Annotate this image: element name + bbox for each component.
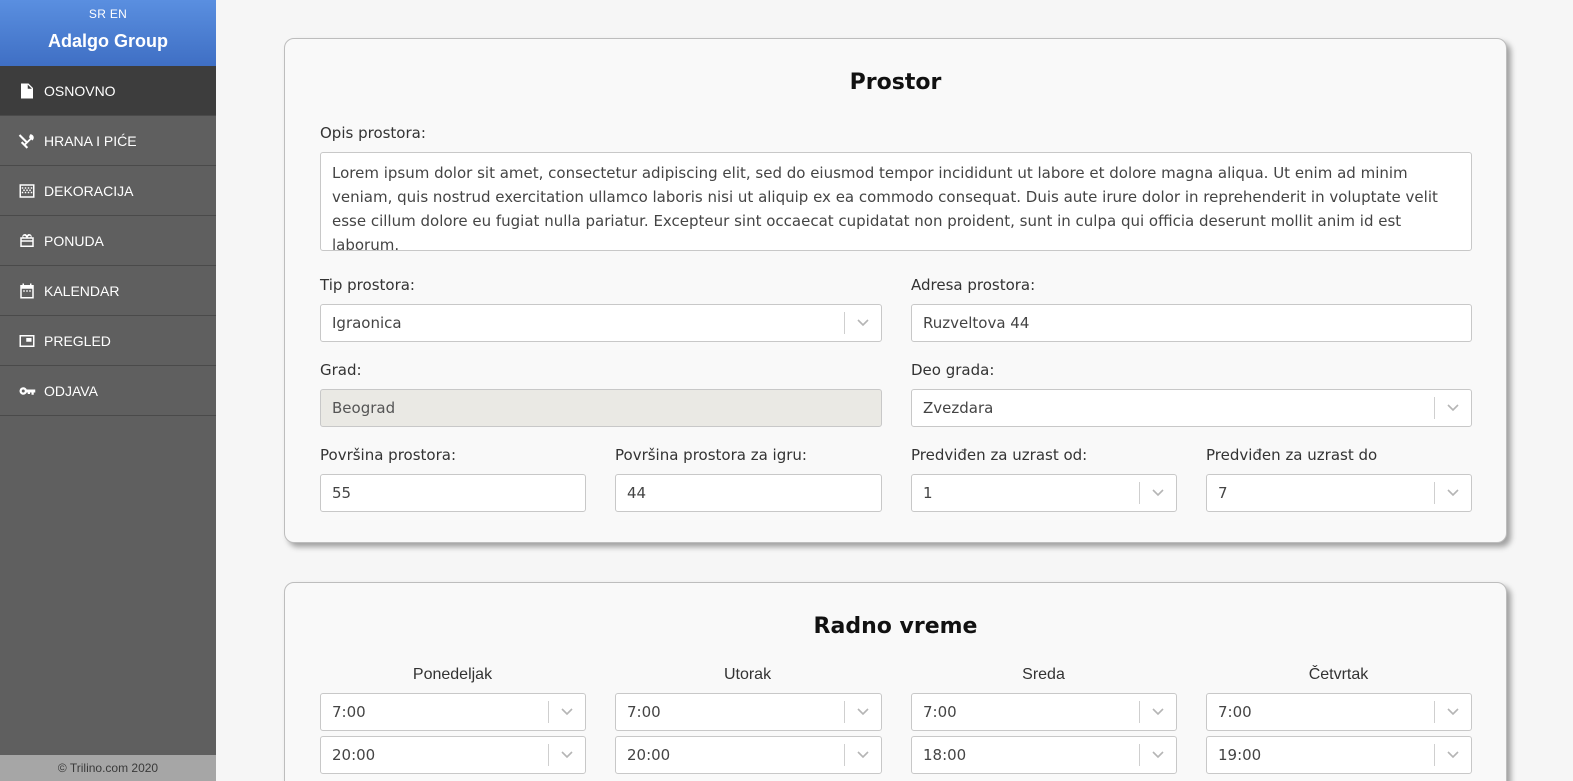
- key-icon: [17, 381, 37, 401]
- sidebar-item-label: HRANA I PIĆE: [44, 132, 137, 149]
- close-time-value: 18:00: [923, 746, 967, 764]
- tip-label: Tip prostora:: [320, 276, 415, 294]
- povrsina-igra-value: 44: [627, 484, 647, 502]
- open-time-value: 7:00: [923, 703, 957, 721]
- uzrast-do-label: Predviđen za uzrast do: [1206, 446, 1378, 464]
- open-time-value: 7:00: [332, 703, 366, 721]
- decoration-icon: [17, 181, 37, 201]
- chevron-down-icon[interactable]: [1435, 404, 1471, 412]
- sidebar-item-osnovno[interactable]: OSNOVNO: [0, 66, 216, 116]
- sidebar-item-label: PONUDA: [44, 232, 104, 249]
- grad-label: Grad:: [320, 361, 362, 379]
- sidebar-item-label: ODJAVA: [44, 382, 98, 399]
- povrsina-input[interactable]: 55: [320, 474, 586, 512]
- povrsina-value: 55: [332, 484, 352, 502]
- prostor-card: Prostor Opis prostora: Lorem ipsum dolor…: [284, 38, 1507, 543]
- deo-grada-select[interactable]: Zvezdara: [911, 389, 1472, 427]
- povrsina-igra-label: Površina prostora za igru:: [615, 446, 807, 464]
- close-time-value: 20:00: [332, 746, 376, 764]
- grad-input: Beograd: [320, 389, 882, 427]
- utensils-icon: [17, 131, 37, 151]
- sidebar-item-label: PREGLED: [44, 332, 111, 349]
- cetvrtak-open-select[interactable]: 7:00: [1206, 693, 1472, 731]
- povrsina-label: Površina prostora:: [320, 446, 457, 464]
- brand-name: Adalgo Group: [48, 31, 168, 51]
- chevron-down-icon[interactable]: [1435, 751, 1471, 759]
- open-time-value: 7:00: [627, 703, 661, 721]
- chevron-down-icon[interactable]: [845, 751, 881, 759]
- adresa-input[interactable]: Ruzveltova 44: [911, 304, 1472, 342]
- language-switcher: SR EN: [0, 0, 216, 21]
- uzrast-do-select[interactable]: 7: [1206, 474, 1472, 512]
- brand-header: SR EN Adalgo Group: [0, 0, 216, 66]
- calendar-icon: [17, 281, 37, 301]
- adresa-input-value: Ruzveltova 44: [923, 314, 1030, 332]
- utorak-open-select[interactable]: 7:00: [615, 693, 882, 731]
- chevron-down-icon[interactable]: [1140, 489, 1176, 497]
- sreda-open-select[interactable]: 7:00: [911, 693, 1177, 731]
- lang-sr-link[interactable]: SR: [89, 7, 106, 21]
- close-time-value: 19:00: [1218, 746, 1262, 764]
- chevron-down-icon[interactable]: [1140, 751, 1176, 759]
- opis-textarea[interactable]: Lorem ipsum dolor sit amet, consectetur …: [320, 152, 1472, 254]
- day-label-cetvrtak: Četvrtak: [1308, 666, 1369, 683]
- chevron-down-icon[interactable]: [1435, 708, 1471, 716]
- day-label-ponedeljak: Ponedeljak: [412, 666, 493, 683]
- chevron-down-icon[interactable]: [845, 319, 881, 327]
- sidebar-item-label: KALENDAR: [44, 282, 120, 299]
- sidebar-item-dekoracija[interactable]: DEKORACIJA: [0, 166, 216, 216]
- day-label-sreda: Sreda: [1022, 666, 1065, 683]
- chevron-down-icon[interactable]: [1435, 489, 1471, 497]
- lang-en-link[interactable]: EN: [110, 7, 127, 21]
- sidebar-item-ponuda[interactable]: PONUDA: [0, 216, 216, 266]
- tip-select[interactable]: Igraonica: [320, 304, 882, 342]
- tip-select-value: Igraonica: [332, 314, 402, 332]
- uzrast-od-value: 1: [923, 484, 933, 502]
- close-time-value: 20:00: [627, 746, 671, 764]
- ponedeljak-open-select[interactable]: 7:00: [320, 693, 586, 731]
- document-icon: [17, 81, 37, 101]
- ponedeljak-close-select[interactable]: 20:00: [320, 736, 586, 774]
- open-time-value: 7:00: [1218, 703, 1252, 721]
- chevron-down-icon[interactable]: [549, 708, 585, 716]
- sidebar-item-label: DEKORACIJA: [44, 182, 134, 199]
- chevron-down-icon[interactable]: [549, 751, 585, 759]
- sidebar-item-odjava[interactable]: ODJAVA: [0, 366, 216, 416]
- sidebar: SR EN Adalgo Group OSNOVNO HRANA I PIĆE …: [0, 0, 216, 781]
- radno-vreme-title: Radno vreme: [813, 614, 978, 639]
- deo-grada-label: Deo grada:: [911, 361, 995, 379]
- opis-label: Opis prostora:: [320, 124, 426, 142]
- sidebar-item-hrana-i-pice[interactable]: HRANA I PIĆE: [0, 116, 216, 166]
- sidebar-item-kalendar[interactable]: KALENDAR: [0, 266, 216, 316]
- grad-input-value: Beograd: [332, 399, 396, 417]
- utorak-close-select[interactable]: 20:00: [615, 736, 882, 774]
- povrsina-igra-input[interactable]: 44: [615, 474, 882, 512]
- copyright-footer: © Trilino.com 2020: [0, 755, 216, 781]
- gift-icon: [17, 231, 37, 251]
- preview-icon: [17, 331, 37, 351]
- prostor-title: Prostor: [849, 70, 942, 95]
- deo-grada-value: Zvezdara: [923, 399, 994, 417]
- radno-vreme-card: Radno vreme Ponedeljak 7:00 20:00 Utorak…: [284, 582, 1507, 781]
- day-label-utorak: Utorak: [723, 666, 772, 683]
- sidebar-item-label: OSNOVNO: [44, 82, 116, 99]
- chevron-down-icon[interactable]: [845, 708, 881, 716]
- uzrast-od-label: Predviđen za uzrast od:: [911, 446, 1088, 464]
- cetvrtak-close-select[interactable]: 19:00: [1206, 736, 1472, 774]
- chevron-down-icon[interactable]: [1140, 708, 1176, 716]
- sreda-close-select[interactable]: 18:00: [911, 736, 1177, 774]
- uzrast-od-select[interactable]: 1: [911, 474, 1177, 512]
- uzrast-do-value: 7: [1218, 484, 1228, 502]
- sidebar-item-pregled[interactable]: PREGLED: [0, 316, 216, 366]
- adresa-label: Adresa prostora:: [911, 276, 1036, 294]
